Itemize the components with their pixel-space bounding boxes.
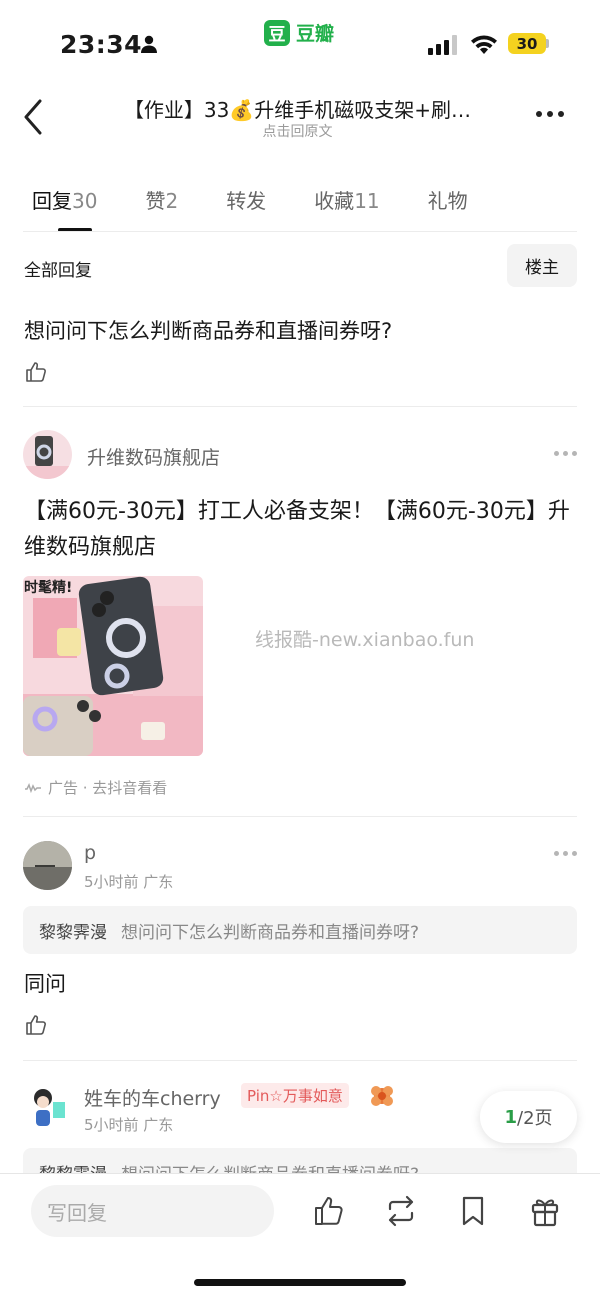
more-options-icon[interactable]: [554, 851, 577, 856]
home-indicator: [194, 1279, 406, 1286]
comment-body: 同问: [24, 972, 66, 996]
back-arrow-icon[interactable]: [20, 97, 50, 137]
bookmark-icon[interactable]: [456, 1194, 490, 1228]
page-title: 【作业】33💰升维手机磁吸支架+刷…: [123, 98, 472, 122]
avatar[interactable]: [23, 841, 72, 890]
tab-replies[interactable]: 回复30: [32, 185, 97, 214]
divider: [23, 231, 577, 232]
tab-bar: 回复30 赞2 转发 收藏11 礼物: [32, 185, 516, 214]
battery-icon: 30: [508, 33, 546, 54]
repost-icon[interactable]: [384, 1194, 418, 1228]
tab-gifts[interactable]: 礼物: [428, 185, 468, 214]
ad-meta-text: 广告 · 去抖音看看: [48, 779, 168, 797]
page-indicator-button[interactable]: 1/2页: [480, 1091, 577, 1143]
thumbs-up-icon[interactable]: [24, 360, 48, 384]
divider: [23, 816, 577, 817]
more-options-icon[interactable]: [536, 111, 564, 117]
flower-badge-icon: [371, 1086, 393, 1106]
divider: [23, 1060, 577, 1061]
app-name: 豆瓣: [296, 23, 335, 45]
shop-avatar[interactable]: [23, 430, 72, 479]
status-time: 23:34: [60, 30, 143, 59]
reply-input[interactable]: 写回复: [31, 1185, 274, 1237]
quoted-author: 黎黎霁漫: [39, 922, 107, 943]
person-icon: [141, 35, 157, 53]
thumbs-up-icon[interactable]: [24, 1013, 48, 1037]
tab-favorites[interactable]: 收藏11: [314, 185, 379, 214]
app-logo: 豆 豆瓣: [264, 19, 334, 46]
shop-name[interactable]: 升维数码旗舰店: [87, 443, 220, 470]
tab-likes[interactable]: 赞2: [145, 185, 178, 214]
like-icon[interactable]: [312, 1194, 346, 1228]
ad-image-caption: 时髦精!: [24, 580, 73, 596]
more-options-icon[interactable]: [554, 451, 577, 456]
comment-author[interactable]: 姓车的车cherry: [84, 1084, 221, 1111]
quoted-text: 想问问下怎么判断商品券和直播间券呀?: [121, 922, 420, 943]
ad-product-image[interactable]: 时髦精!: [23, 576, 203, 756]
question-text: 想问问下怎么判断商品券和直播间券呀?: [24, 319, 393, 343]
current-page: 1: [504, 1106, 517, 1128]
all-replies-label: 全部回复: [24, 261, 92, 281]
battery-cap: [546, 39, 549, 48]
quoted-reply[interactable]: 黎黎霁漫 想问问下怎么判断商品券和直播间券呀?: [23, 906, 577, 954]
cellular-signal-icon: [428, 35, 457, 55]
wifi-icon: [471, 35, 497, 54]
comment-time-location: 5小时前 广东: [84, 1116, 174, 1134]
op-only-button[interactable]: 楼主: [507, 244, 577, 287]
user-badge: Pin☆万事如意: [241, 1083, 349, 1108]
douyin-wave-icon: [25, 782, 41, 793]
divider: [23, 406, 577, 407]
douban-logo-icon: 豆: [264, 19, 290, 46]
back-to-original-link[interactable]: 点击回原文: [100, 121, 495, 141]
tab-reposts[interactable]: 转发: [226, 185, 266, 214]
total-pages: /2页: [517, 1108, 553, 1129]
comment-author[interactable]: p: [84, 842, 96, 864]
comment-time-location: 5小时前 广东: [84, 873, 174, 891]
ad-meta[interactable]: 广告 · 去抖音看看: [24, 777, 167, 798]
gift-icon[interactable]: [528, 1194, 562, 1228]
watermark-text: 线报酷-new.xianbao.fun: [255, 629, 475, 651]
avatar[interactable]: [23, 1084, 72, 1133]
ad-text[interactable]: 【满60元-30元】打工人必备支架！【满60元-30元】升维数码旗舰店: [24, 494, 574, 566]
